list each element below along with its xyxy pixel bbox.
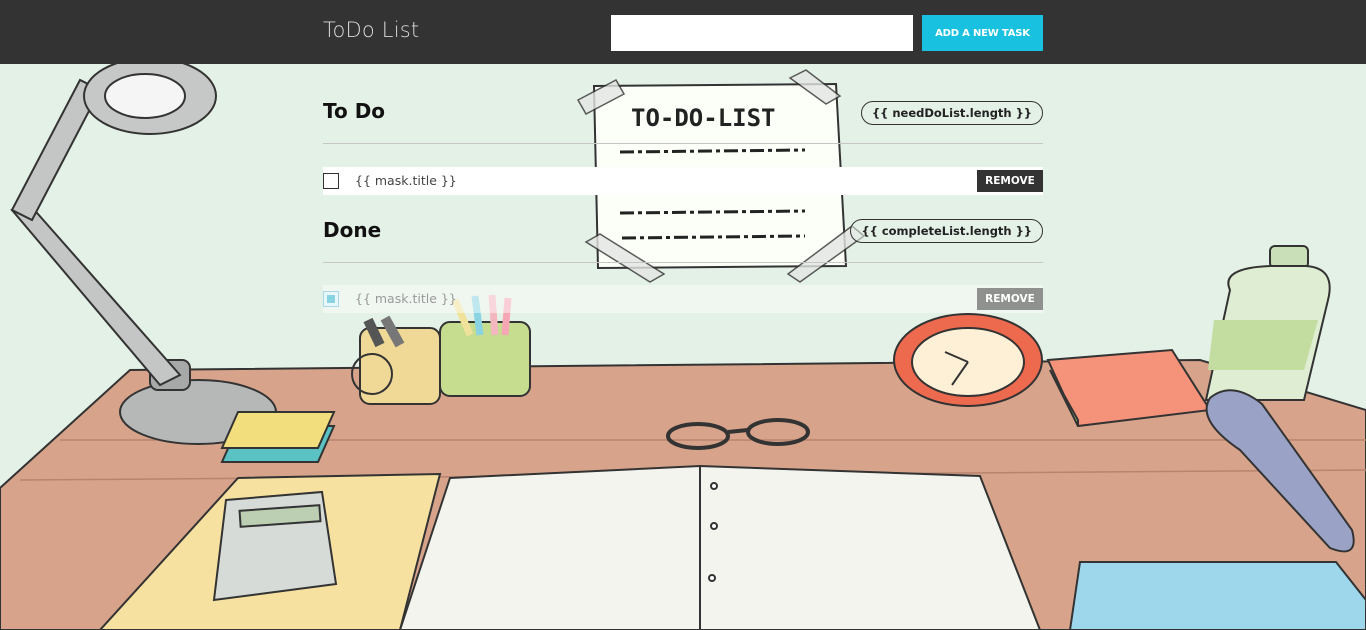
task-checkbox-checked[interactable] bbox=[323, 291, 339, 307]
todo-count-badge: {{ needDoList.length }} bbox=[860, 101, 1043, 125]
done-divider bbox=[323, 262, 1043, 263]
add-task-button[interactable]: ADD A NEW TASK bbox=[922, 15, 1043, 51]
alarm-clock-illustration bbox=[893, 313, 1043, 407]
todo-task-row: {{ mask.title }} REMOVE bbox=[323, 167, 1043, 195]
done-count-badge: {{ completeList.length }} bbox=[850, 219, 1043, 243]
task-checkbox[interactable] bbox=[323, 173, 339, 189]
desk-background-illustration: TO-DO-LIST bbox=[0, 64, 1366, 630]
remove-task-button[interactable]: REMOVE bbox=[977, 170, 1043, 192]
sticky-notes-illustration bbox=[220, 411, 336, 463]
done-task-row: {{ mask.title }} REMOVE bbox=[323, 285, 1043, 313]
task-title: {{ mask.title }} bbox=[355, 173, 457, 188]
todo-section-title: To Do bbox=[323, 99, 386, 123]
top-navbar: ToDo List ADD A NEW TASK bbox=[0, 0, 1366, 64]
done-section-title: Done bbox=[323, 218, 382, 242]
remove-task-button[interactable]: REMOVE bbox=[977, 288, 1043, 310]
wall-note-title: TO-DO-LIST bbox=[631, 104, 776, 132]
blue-notebook-illustration bbox=[1068, 561, 1366, 630]
app-title: ToDo List bbox=[323, 18, 420, 42]
todo-divider bbox=[323, 143, 1043, 144]
task-title: {{ mask.title }} bbox=[355, 291, 457, 306]
open-notebook-illustration bbox=[398, 464, 1042, 630]
new-task-input[interactable] bbox=[611, 15, 913, 51]
